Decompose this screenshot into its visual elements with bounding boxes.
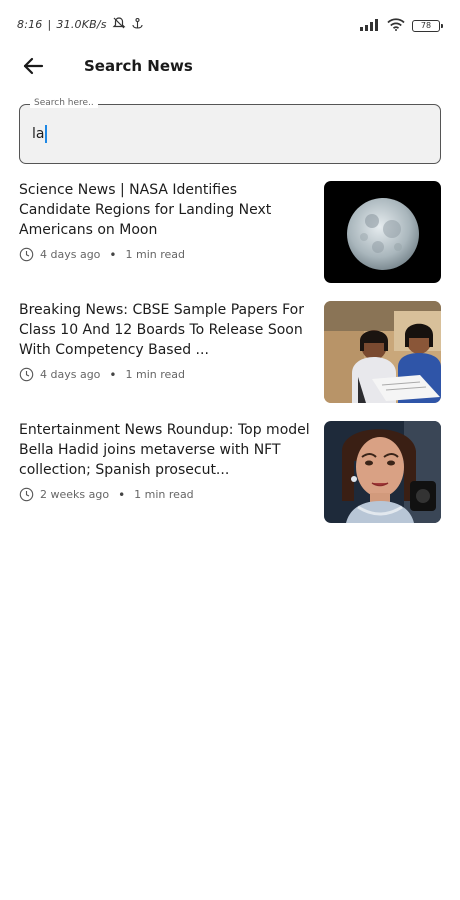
news-meta: 4 days ago • 1 min read — [19, 367, 185, 382]
page-title: Search News — [84, 57, 193, 75]
status-right: 78 — [360, 16, 443, 35]
status-bar: 8:16 | 31.0KB/s 78 — [0, 0, 460, 46]
search-input[interactable]: la — [32, 121, 412, 147]
news-title: Entertainment News Roundup: Top model Be… — [19, 422, 310, 478]
news-meta: 2 weeks ago • 1 min read — [19, 487, 194, 502]
search-field[interactable]: Search here.. la — [19, 98, 441, 164]
anchor-icon — [131, 17, 144, 33]
news-age: 4 days ago — [40, 368, 101, 381]
status-time: 8:16 — [17, 18, 43, 31]
network-speed: 31.0KB/s — [56, 18, 107, 31]
news-item[interactable]: Breaking News: CBSE Sample Papers For Cl… — [0, 298, 460, 418]
news-meta: 4 days ago • 1 min read — [19, 247, 185, 262]
signal-icon — [360, 16, 380, 35]
app-bar: Search News — [0, 46, 460, 90]
search-label: Search here.. — [30, 98, 98, 108]
students-image[interactable] — [324, 301, 441, 403]
news-read-time: 1 min read — [125, 248, 186, 261]
news-read-time: 1 min read — [134, 488, 194, 501]
moon-image[interactable] — [324, 181, 441, 283]
arrow-left-icon — [22, 56, 44, 80]
model-image[interactable] — [324, 421, 441, 523]
muted-bell-icon — [112, 16, 126, 33]
search-value: la — [32, 126, 45, 142]
battery-icon: 78 — [412, 19, 443, 32]
news-title: Breaking News: CBSE Sample Papers For Cl… — [19, 302, 304, 358]
status-left: 8:16 | 31.0KB/s — [17, 16, 144, 33]
clock-icon — [19, 367, 34, 382]
clock-icon — [19, 247, 34, 262]
news-item[interactable]: Entertainment News Roundup: Top model Be… — [0, 418, 460, 538]
text-caret — [45, 125, 48, 143]
news-title: Science News | NASA Identifies Candidate… — [19, 182, 272, 238]
news-item[interactable]: Science News | NASA Identifies Candidate… — [0, 178, 460, 298]
clock-icon — [19, 487, 34, 502]
news-age: 2 weeks ago — [40, 488, 110, 501]
wifi-icon — [387, 16, 405, 35]
back-button[interactable] — [18, 54, 48, 82]
news-list: Science News | NASA Identifies Candidate… — [0, 178, 460, 538]
news-read-time: 1 min read — [125, 368, 186, 381]
news-age: 4 days ago — [40, 248, 101, 261]
